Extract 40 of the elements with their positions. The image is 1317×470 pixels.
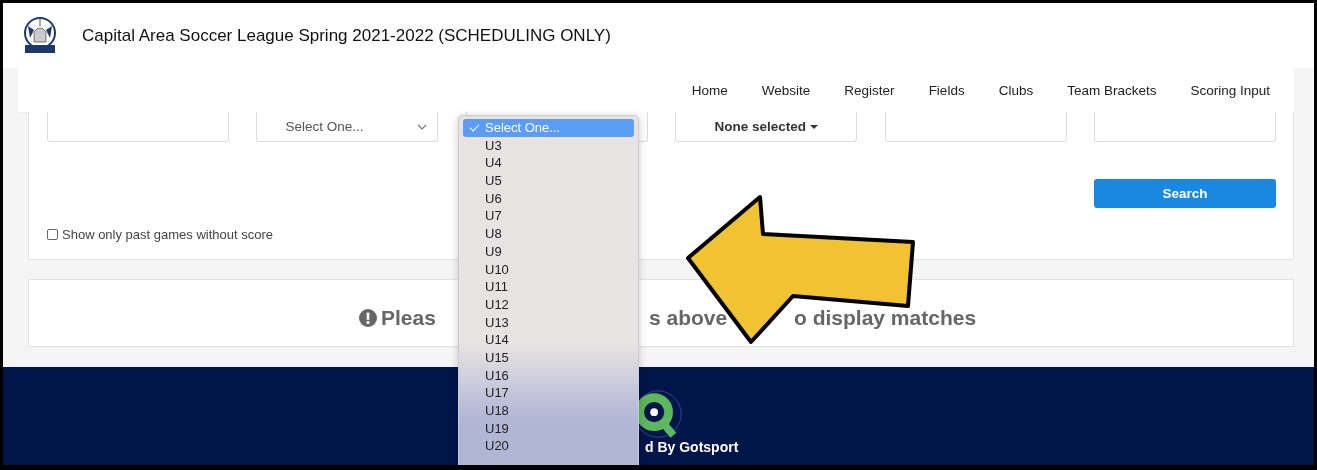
text-field[interactable] <box>47 112 229 142</box>
powered-by-text: d By Gotsport <box>645 439 739 455</box>
checkbox-label: Show only past games without score <box>62 227 273 242</box>
dropdown-option[interactable]: U17 <box>463 384 634 402</box>
text-field[interactable] <box>884 112 1067 142</box>
nav-link[interactable]: Home <box>691 82 728 98</box>
message-text: Pleas <box>381 306 436 330</box>
dropdown-option[interactable]: U18 <box>463 402 634 420</box>
text-field[interactable] <box>1093 112 1276 142</box>
dropdown-option[interactable]: U4 <box>463 154 634 173</box>
dropdown-option[interactable]: U11 <box>463 278 634 296</box>
dropdown-option[interactable]: U8 <box>463 225 634 243</box>
dropdown-option[interactable]: U19 <box>463 419 634 438</box>
dropdown-option[interactable]: U13 <box>463 313 634 332</box>
search-button[interactable]: Search <box>1094 179 1276 208</box>
message-text: s above <box>649 306 728 330</box>
dropdown-option[interactable]: U15 <box>463 348 634 367</box>
dropdown-option[interactable]: U12 <box>463 295 634 314</box>
message-text: o display matches <box>794 306 977 330</box>
league-title: Capital Area Soccer League Spring 2021-2022 (SCHEDULING ONLY) <box>82 25 611 46</box>
multiselect-field[interactable]: None selected <box>675 112 858 142</box>
nav-link[interactable]: Fields <box>928 82 965 98</box>
nav-link[interactable]: Scoring Input <box>1190 82 1270 98</box>
dropdown-option[interactable]: U9 <box>463 242 634 261</box>
nav-link[interactable]: Team Brackets <box>1067 82 1157 98</box>
dropdown-option[interactable]: U16 <box>463 366 634 385</box>
dropdown-option[interactable]: U6 <box>463 189 634 208</box>
nav-link[interactable]: Register <box>844 82 895 98</box>
dropdown-option[interactable]: U20 <box>463 437 634 456</box>
dropdown-option[interactable]: U14 <box>463 331 634 349</box>
alert-icon <box>359 309 377 327</box>
nav-link[interactable]: Website <box>761 82 811 98</box>
nav-link[interactable]: Clubs <box>998 82 1034 98</box>
select-field[interactable]: Select One... <box>256 112 439 142</box>
dropdown-option[interactable]: U3 <box>463 136 634 155</box>
chevron-icon <box>417 123 428 130</box>
dropdown-option[interactable]: U7 <box>463 207 634 226</box>
dropdown-option[interactable]: U5 <box>463 172 634 190</box>
checkbox[interactable] <box>47 229 58 240</box>
dropdown-option[interactable]: U10 <box>463 260 634 279</box>
